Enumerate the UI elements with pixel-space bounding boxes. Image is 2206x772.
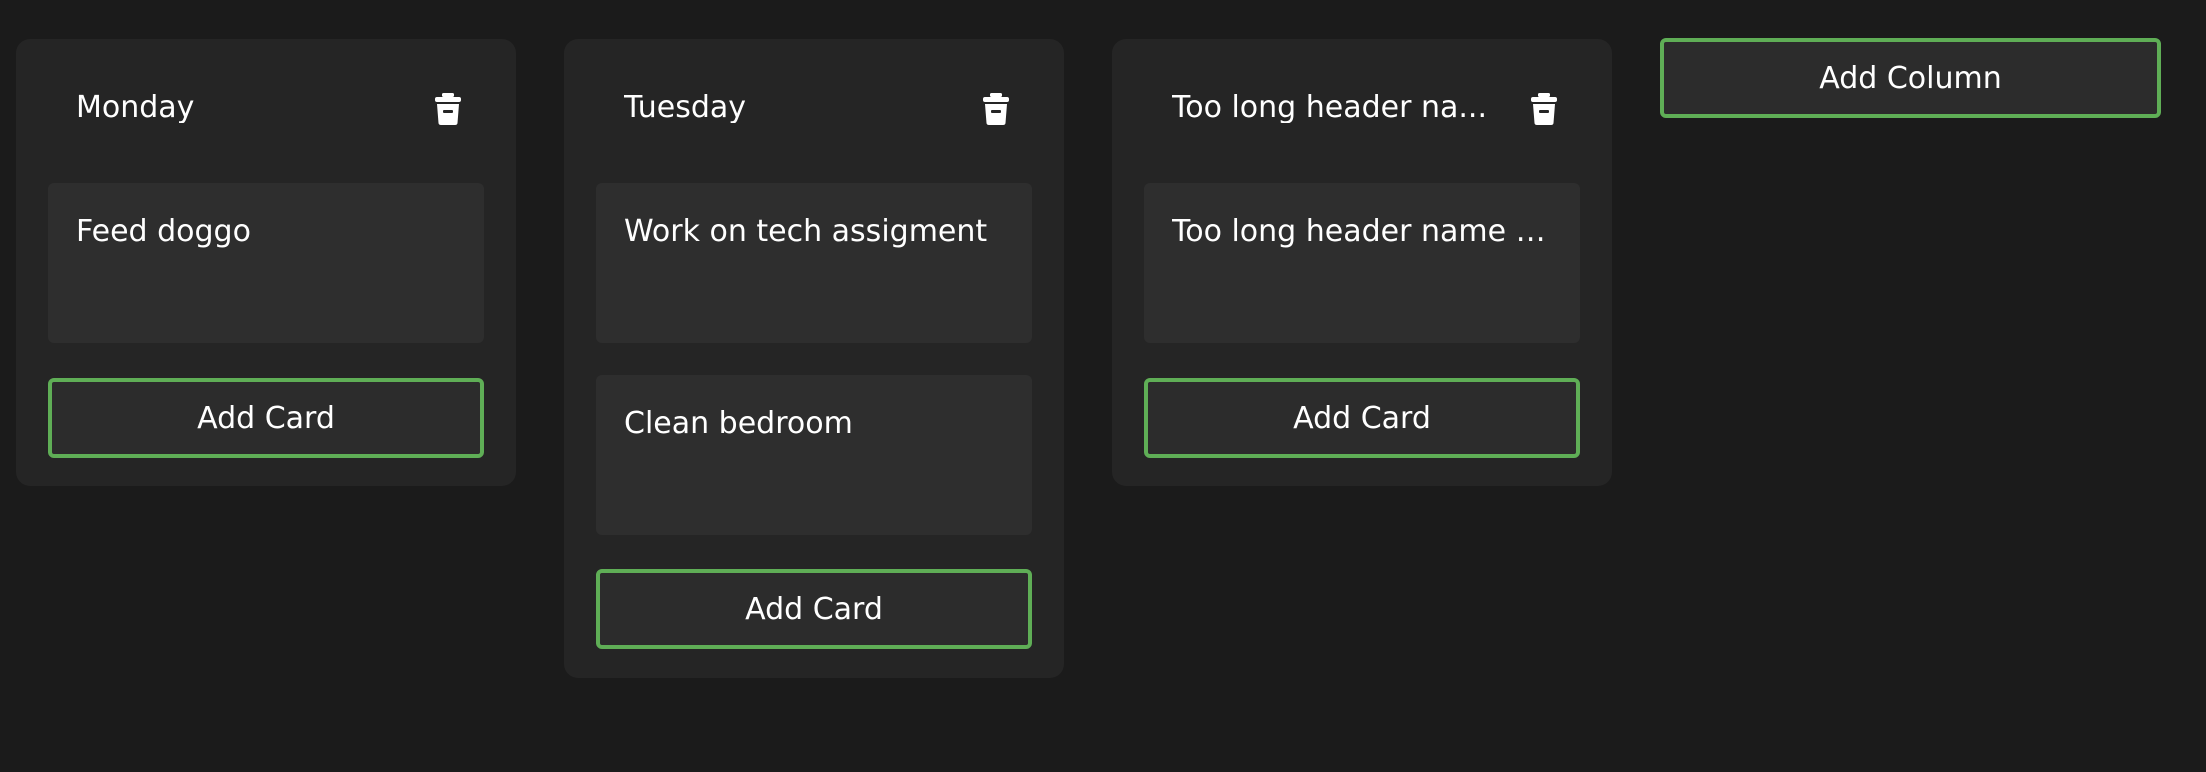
card-text: Too long header name T... (1172, 215, 1552, 248)
card[interactable]: Clean bedroom (596, 375, 1032, 535)
kanban-board: Monday Feed doggo Add Card Tuesday Work … (0, 0, 2206, 772)
card[interactable]: Work on tech assigment (596, 183, 1032, 343)
column-tuesday: Tuesday Work on tech assigment Clean bed… (564, 39, 1064, 678)
column-long-header: Too long header na... Too long header na… (1112, 39, 1612, 486)
card-text: Clean bedroom (624, 407, 853, 440)
trash-icon[interactable] (434, 93, 462, 125)
trash-icon[interactable] (982, 93, 1010, 125)
trash-icon[interactable] (1530, 93, 1558, 125)
add-column-button[interactable]: Add Column (1660, 38, 2161, 118)
card-text: Work on tech assigment (624, 215, 988, 248)
card-text: Feed doggo (76, 215, 251, 248)
card[interactable]: Feed doggo (48, 183, 484, 343)
add-card-button[interactable]: Add Card (1144, 378, 1580, 458)
add-card-button[interactable]: Add Card (48, 378, 484, 458)
column-title[interactable]: Too long header na... (1172, 93, 1502, 123)
column-monday: Monday Feed doggo Add Card (16, 39, 516, 486)
card[interactable]: Too long header name T... (1144, 183, 1580, 343)
add-card-button[interactable]: Add Card (596, 569, 1032, 649)
column-title[interactable]: Monday (76, 93, 406, 123)
column-title[interactable]: Tuesday (624, 93, 954, 123)
